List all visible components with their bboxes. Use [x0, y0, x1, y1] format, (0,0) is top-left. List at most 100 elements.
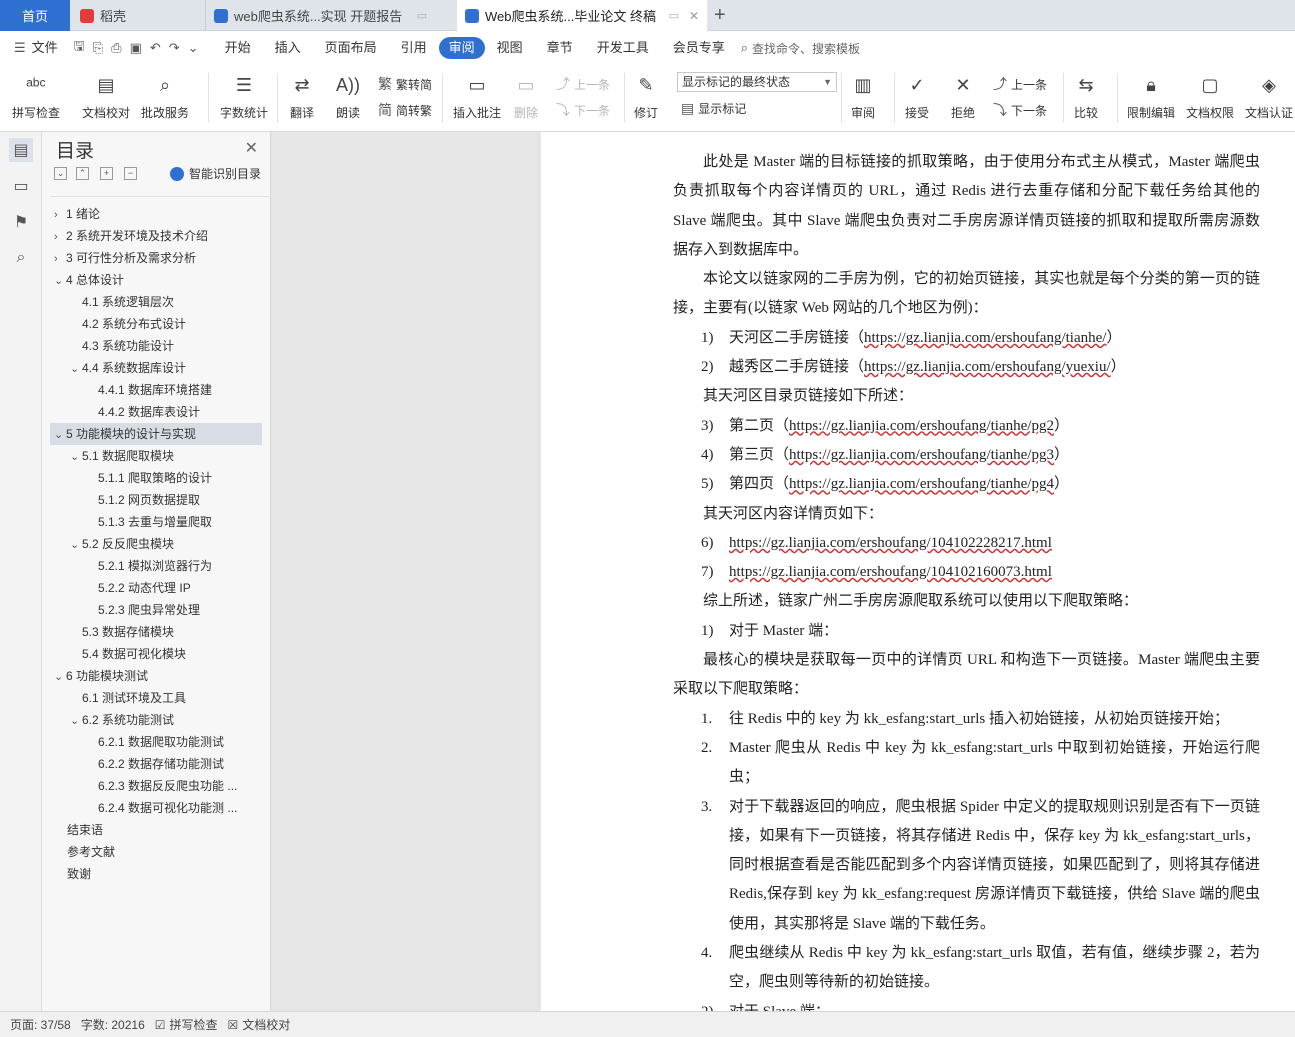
chevron-icon[interactable]: ⌄ [70, 710, 82, 731]
toc-item[interactable]: 6.2.2 数据存储功能测试 [50, 753, 262, 775]
toc-icon[interactable]: ▤ [9, 138, 33, 162]
toc-item[interactable]: › 3 可行性分析及需求分析 [50, 247, 262, 269]
delete-comment-button[interactable]: ▭ 删除 [512, 71, 540, 121]
remove-heading-icon[interactable]: − [124, 167, 137, 180]
menu-insert[interactable]: 插入 [263, 37, 313, 59]
chevron-icon[interactable]: ⌄ [54, 424, 66, 445]
print-icon[interactable]: ⎙ [111, 40, 121, 56]
monitor-icon[interactable]: ▭ [669, 9, 679, 22]
more-icon[interactable]: ⌄ [188, 40, 199, 56]
toc-item[interactable]: ⌄ 6 功能模块测试 [50, 665, 262, 687]
insert-comment-button[interactable]: ▭ 插入批注 [453, 71, 501, 121]
chevron-icon[interactable]: › [54, 204, 66, 225]
document-body[interactable]: 此处是 Master 端的目标链接的抓取策略，由于使用分布式主从模式，Maste… [673, 148, 1260, 1011]
close-tab-icon[interactable]: ✕ [689, 9, 699, 23]
doc-permission-button[interactable]: ▢ 文档权限 [1186, 71, 1234, 121]
search-icon[interactable]: ⌕ [9, 246, 33, 270]
command-search[interactable]: 查找命令、搜索模板 [752, 40, 860, 57]
toc-item[interactable]: 4.4.1 数据库环境搭建 [50, 379, 262, 401]
undo-icon[interactable]: ↶ [150, 40, 161, 56]
toc-item[interactable]: 5.1.2 网页数据提取 [50, 489, 262, 511]
trad-to-simp-button[interactable]: 繁繁转简 [378, 74, 432, 94]
menu-file[interactable]: 文件 [30, 37, 70, 59]
link[interactable]: https://gz.lianjia.com/ershoufang/104102… [729, 564, 1052, 580]
close-icon[interactable]: ✕ [245, 138, 258, 158]
bookmark-icon[interactable]: ⚑ [9, 210, 33, 234]
chevron-icon[interactable]: ⌄ [54, 270, 66, 291]
page-indicator[interactable]: 页面: 37/58 [10, 1016, 71, 1033]
expand-icon[interactable]: ⌃ [76, 167, 89, 180]
chevron-icon[interactable]: ⌄ [70, 358, 82, 379]
toc-item[interactable]: 6.2.4 数据可视化功能测 ... [50, 797, 262, 819]
tab-thesis[interactable]: Web爬虫系统...毕业论文 终稿 ▭ ✕ [457, 0, 707, 31]
toc-item[interactable]: 5.2.1 模拟浏览器行为 [50, 555, 262, 577]
next-change-button[interactable]: ⤵ 下一条 [993, 100, 1047, 120]
tab-docer[interactable]: 稻壳 [72, 0, 202, 31]
spell-check-button[interactable]: ᵃᵇᶜ 拼写检查 [12, 71, 60, 121]
hamburger-icon[interactable]: ☰ [14, 40, 26, 56]
export-icon[interactable]: ⎘ [93, 40, 103, 56]
word-count-button[interactable]: ☰ 字数统计 [220, 71, 268, 121]
link[interactable]: https://gz.lianjia.com/ershoufang/tianhe… [789, 476, 1054, 492]
toc-item[interactable]: 5.4 数据可视化模块 [50, 643, 262, 665]
save-icon[interactable]: 🖫 [74, 37, 85, 59]
prev-comment-button[interactable]: ⤴ 上一条 [556, 74, 610, 94]
chapter-nav-icon[interactable]: ▭ [9, 174, 33, 198]
toc-item[interactable]: 结束语 [50, 819, 262, 841]
simp-to-trad-button[interactable]: 简简转繁 [378, 100, 432, 120]
toc-item[interactable]: 5.3 数据存储模块 [50, 621, 262, 643]
preview-icon[interactable]: ▣ [130, 40, 142, 56]
compare-button[interactable]: ⇆ 比较 [1072, 71, 1100, 121]
prev-change-button[interactable]: ⤴ 上一条 [993, 74, 1047, 94]
restrict-edit-button[interactable]: 🔒︎ 限制编辑 [1127, 71, 1175, 121]
reject-button[interactable]: ✕ 拒绝 [949, 71, 977, 121]
word-count-indicator[interactable]: 字数: 20216 [81, 1016, 145, 1033]
menu-references[interactable]: 引用 [389, 37, 439, 59]
toc-item[interactable]: 6.2.1 数据爬取功能测试 [50, 731, 262, 753]
toc-item[interactable]: › 2 系统开发环境及技术介绍 [50, 225, 262, 247]
toc-item[interactable]: 4.3 系统功能设计 [50, 335, 262, 357]
track-changes-button[interactable]: ✎ 修订 [632, 71, 660, 121]
doc-proof-button[interactable]: ▤ 文档校对 [82, 71, 130, 121]
toc-item[interactable]: 6.2.3 数据反反爬虫功能 ... [50, 775, 262, 797]
chevron-icon[interactable]: › [54, 248, 66, 269]
collapse-all-icon[interactable]: ⌄ [54, 167, 67, 180]
status-doc-proof[interactable]: 文档校对 [242, 1016, 290, 1033]
doc-certify-button[interactable]: ◈ 文档认证 [1245, 71, 1293, 121]
toc-item[interactable]: ⌄ 6.2 系统功能测试 [50, 709, 262, 731]
toc-item[interactable]: 4.2 系统分布式设计 [50, 313, 262, 335]
review-pane-button[interactable]: ▥ 审阅 [849, 71, 877, 121]
redo-icon[interactable]: ↷ [169, 40, 180, 56]
link[interactable]: https://gz.lianjia.com/ershoufang/tianhe… [864, 330, 1106, 346]
toc-item[interactable]: 5.2.3 爬虫异常处理 [50, 599, 262, 621]
toc-item[interactable]: 5.2.2 动态代理 IP [50, 577, 262, 599]
batch-service-button[interactable]: ⌕ 批改服务 [141, 71, 189, 121]
toc-item[interactable]: 致谢 [50, 863, 262, 885]
menu-view[interactable]: 视图 [485, 37, 535, 59]
toc-item[interactable]: 6.1 测试环境及工具 [50, 687, 262, 709]
toc-item[interactable]: ⌄ 5.2 反反爬虫模块 [50, 533, 262, 555]
add-heading-icon[interactable]: + [100, 167, 113, 180]
chevron-icon[interactable]: ⌄ [54, 666, 66, 687]
accept-button[interactable]: ✓ 接受 [903, 71, 931, 121]
toc-item[interactable]: 4.4.2 数据库表设计 [50, 401, 262, 423]
toc-item[interactable]: 4.1 系统逻辑层次 [50, 291, 262, 313]
link[interactable]: https://gz.lianjia.com/ershoufang/104102… [729, 535, 1052, 551]
new-tab-icon[interactable]: + [714, 4, 726, 27]
menu-section[interactable]: 章节 [535, 37, 585, 59]
toc-item[interactable]: ⌄ 4.4 系统数据库设计 [50, 357, 262, 379]
toc-item[interactable]: ⌄ 4 总体设计 [50, 269, 262, 291]
read-aloud-button[interactable]: A)) 朗读 [334, 71, 362, 121]
menu-layout[interactable]: 页面布局 [313, 37, 389, 59]
markup-status-select[interactable]: 显示标记的最终状态 ▼ [677, 72, 837, 92]
menu-home[interactable]: 开始 [213, 37, 263, 59]
link[interactable]: https://gz.lianjia.com/ershoufang/yuexiu… [864, 359, 1111, 375]
menu-review[interactable]: 审阅 [438, 37, 485, 59]
toc-item[interactable]: 参考文献 [50, 841, 262, 863]
tab-proposal[interactable]: web爬虫系统...实现 开题报告 ▭ [205, 0, 455, 31]
tab-home[interactable]: 首页 [0, 0, 70, 31]
chevron-icon[interactable]: › [54, 226, 66, 247]
status-spell-check[interactable]: 拼写检查 [170, 1016, 218, 1033]
toc-item[interactable]: › 1 绪论 [50, 203, 262, 225]
menu-member[interactable]: 会员专享 [661, 37, 737, 59]
